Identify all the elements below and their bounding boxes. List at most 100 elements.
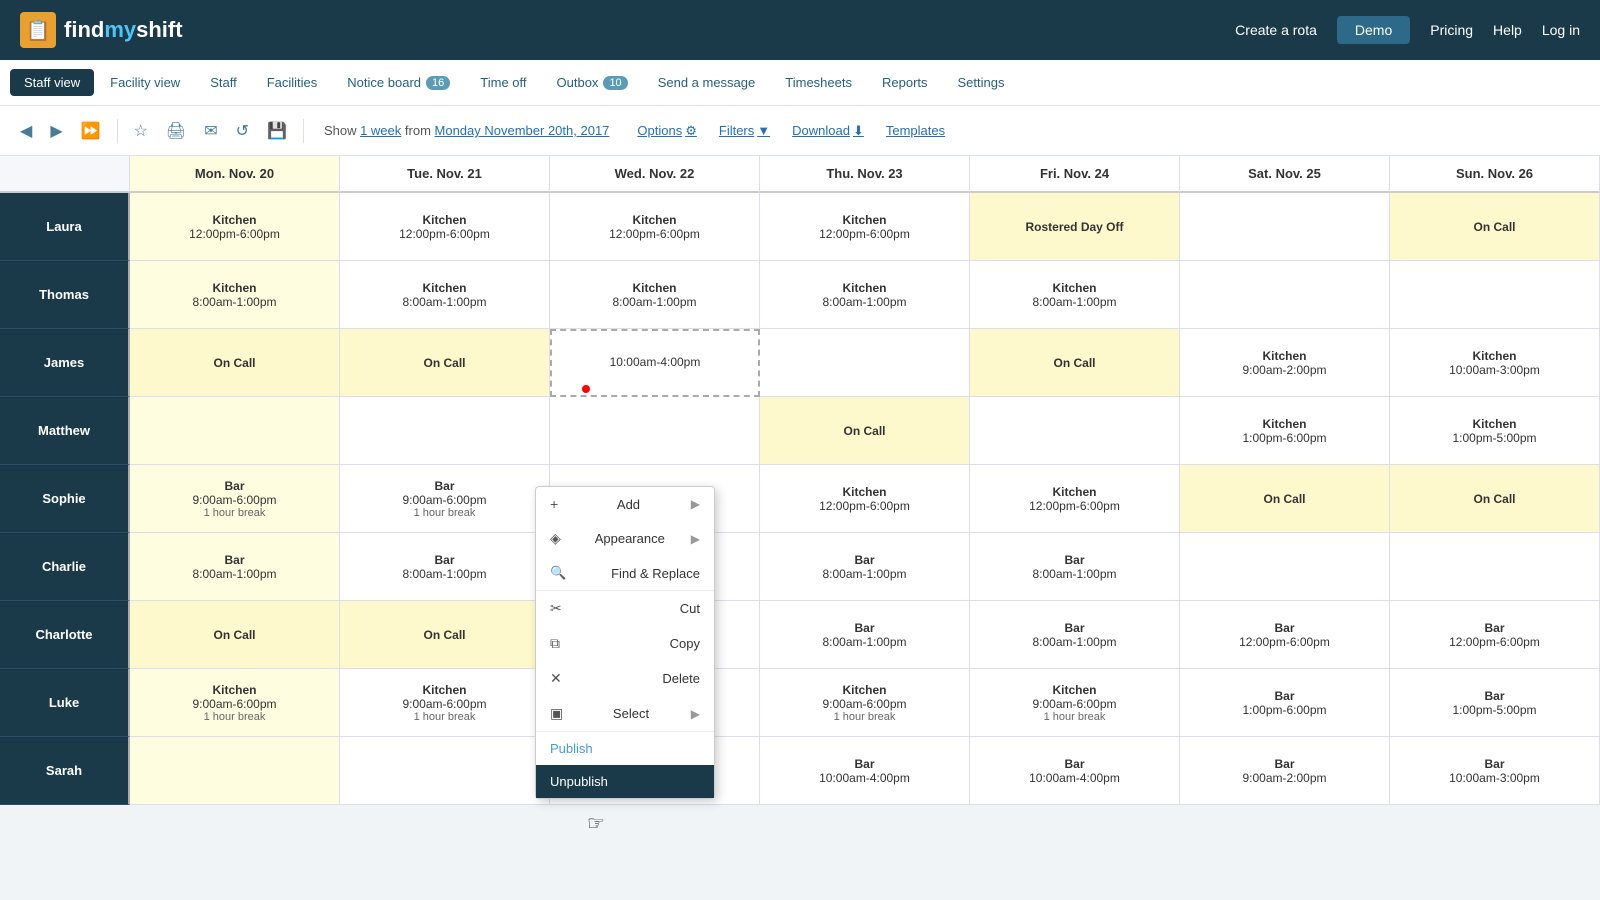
cell-matthew-sun[interactable]: Kitchen1:00pm-5:00pm — [1390, 397, 1600, 465]
cell-luke-tue[interactable]: Kitchen9:00am-6:00pm1 hour break — [340, 669, 550, 737]
cell-james-wed[interactable]: 10:00am-4:00pm — [550, 329, 760, 397]
cell-thomas-mon[interactable]: Kitchen8:00am-1:00pm — [130, 261, 340, 329]
download-button[interactable]: Download ⬇ — [792, 123, 864, 139]
context-add[interactable]: + Add ▶ — [536, 487, 714, 521]
cell-charlie-tue[interactable]: Bar8:00am-1:00pm — [340, 533, 550, 601]
undo-button[interactable]: ↺ — [230, 117, 255, 145]
cell-sarah-mon[interactable] — [130, 737, 340, 805]
nav-notice-board[interactable]: Notice board 16 — [333, 69, 464, 96]
cell-laura-sun[interactable]: On Call — [1390, 193, 1600, 261]
cell-laura-wed[interactable]: Kitchen12:00pm-6:00pm — [550, 193, 760, 261]
cell-sophie-tue[interactable]: Bar9:00am-6:00pm1 hour break — [340, 465, 550, 533]
cell-sophie-thu[interactable]: Kitchen12:00pm-6:00pm — [760, 465, 970, 533]
context-unpublish[interactable]: Unpublish — [536, 765, 714, 798]
cell-sarah-thu[interactable]: Bar10:00am-4:00pm — [760, 737, 970, 805]
cell-charlotte-mon[interactable]: On Call — [130, 601, 340, 669]
cell-sarah-sat[interactable]: Bar9:00am-2:00pm — [1180, 737, 1390, 805]
prev-prev-button[interactable]: ◀ — [14, 117, 38, 145]
cell-charlotte-tue[interactable]: On Call — [340, 601, 550, 669]
cell-matthew-thu[interactable]: On Call — [760, 397, 970, 465]
demo-button[interactable]: Demo — [1337, 16, 1410, 44]
cell-laura-fri[interactable]: Rostered Day Off — [970, 193, 1180, 261]
cell-charlie-sun[interactable] — [1390, 533, 1600, 601]
context-select[interactable]: ▣ Select ▶ — [536, 696, 714, 731]
cell-matthew-tue[interactable] — [340, 397, 550, 465]
cell-luke-thu[interactable]: Kitchen9:00am-6:00pm1 hour break — [760, 669, 970, 737]
nav-outbox[interactable]: Outbox 10 — [543, 69, 642, 96]
cell-matthew-mon[interactable] — [130, 397, 340, 465]
context-find-replace[interactable]: 🔍 Find & Replace — [536, 556, 714, 590]
cell-laura-thu[interactable]: Kitchen12:00pm-6:00pm — [760, 193, 970, 261]
cell-charlie-sat[interactable] — [1180, 533, 1390, 601]
cut-label: Cut — [680, 601, 700, 616]
header-tue: Tue. Nov. 21 — [340, 156, 550, 193]
cell-sophie-sun[interactable]: On Call — [1390, 465, 1600, 533]
nav-timesheets[interactable]: Timesheets — [771, 69, 866, 96]
cell-matthew-sat[interactable]: Kitchen1:00pm-6:00pm — [1180, 397, 1390, 465]
save-button[interactable]: 💾 — [261, 117, 293, 145]
pricing-link[interactable]: Pricing — [1430, 22, 1473, 38]
prev-button[interactable]: ▶ — [44, 117, 68, 145]
nav-time-off[interactable]: Time off — [466, 69, 540, 96]
cell-charlotte-sat[interactable]: Bar12:00pm-6:00pm — [1180, 601, 1390, 669]
nav-facilities[interactable]: Facilities — [253, 69, 332, 96]
cell-james-sun[interactable]: Kitchen10:00am-3:00pm — [1390, 329, 1600, 397]
cell-sophie-fri[interactable]: Kitchen12:00pm-6:00pm — [970, 465, 1180, 533]
context-copy[interactable]: ⧉ Copy — [536, 626, 714, 661]
nav-reports[interactable]: Reports — [868, 69, 942, 96]
nav-staff[interactable]: Staff — [196, 69, 251, 96]
cell-charlie-thu[interactable]: Bar8:00am-1:00pm — [760, 533, 970, 601]
templates-button[interactable]: Templates — [886, 123, 945, 138]
next-button[interactable]: ⏩ — [75, 117, 107, 145]
nav-staff-view[interactable]: Staff view — [10, 69, 94, 96]
cell-charlotte-thu[interactable]: Bar8:00am-1:00pm — [760, 601, 970, 669]
cell-james-sat[interactable]: Kitchen9:00am-2:00pm — [1180, 329, 1390, 397]
cell-luke-mon[interactable]: Kitchen9:00am-6:00pm1 hour break — [130, 669, 340, 737]
cell-luke-fri[interactable]: Kitchen9:00am-6:00pm1 hour break — [970, 669, 1180, 737]
cell-james-thu[interactable] — [760, 329, 970, 397]
cell-charlotte-sun[interactable]: Bar12:00pm-6:00pm — [1390, 601, 1600, 669]
cell-matthew-fri[interactable] — [970, 397, 1180, 465]
logo[interactable]: 📋 findmyshift — [20, 12, 183, 48]
context-cut[interactable]: ✂ Cut — [536, 591, 714, 626]
nav-facility-view[interactable]: Facility view — [96, 69, 194, 96]
date-selector[interactable]: Monday November 20th, 2017 — [435, 123, 610, 138]
login-link[interactable]: Log in — [1542, 22, 1580, 38]
cell-thomas-fri[interactable]: Kitchen8:00am-1:00pm — [970, 261, 1180, 329]
nav-send-message[interactable]: Send a message — [644, 69, 770, 96]
cell-james-tue[interactable]: On Call — [340, 329, 550, 397]
options-button[interactable]: Options ⚙ — [637, 123, 696, 139]
cell-laura-sat[interactable] — [1180, 193, 1390, 261]
week-selector[interactable]: 1 week — [360, 123, 401, 138]
cell-matthew-wed[interactable] — [550, 397, 760, 465]
cell-sophie-mon[interactable]: Bar9:00am-6:00pm1 hour break — [130, 465, 340, 533]
cell-sophie-sat[interactable]: On Call — [1180, 465, 1390, 533]
cell-sarah-tue[interactable] — [340, 737, 550, 805]
context-appearance[interactable]: ◈ Appearance ▶ — [536, 521, 714, 556]
filters-button[interactable]: Filters ▼ — [719, 123, 770, 138]
cell-thomas-sat[interactable] — [1180, 261, 1390, 329]
cell-thomas-wed[interactable]: Kitchen8:00am-1:00pm — [550, 261, 760, 329]
context-delete[interactable]: ✕ Delete — [536, 661, 714, 696]
cell-laura-tue[interactable]: Kitchen12:00pm-6:00pm — [340, 193, 550, 261]
cell-sarah-fri[interactable]: Bar10:00am-4:00pm — [970, 737, 1180, 805]
create-rota-link[interactable]: Create a rota — [1235, 22, 1317, 38]
cell-james-fri[interactable]: On Call — [970, 329, 1180, 397]
nav-settings[interactable]: Settings — [944, 69, 1019, 96]
cell-laura-mon[interactable]: Kitchen12:00pm-6:00pm — [130, 193, 340, 261]
cell-luke-sun[interactable]: Bar1:00pm-5:00pm — [1390, 669, 1600, 737]
cell-thomas-sun[interactable] — [1390, 261, 1600, 329]
cell-charlie-mon[interactable]: Bar8:00am-1:00pm — [130, 533, 340, 601]
context-publish[interactable]: Publish — [536, 732, 714, 765]
cell-sarah-sun[interactable]: Bar10:00am-3:00pm — [1390, 737, 1600, 805]
star-button[interactable]: ☆ — [128, 117, 154, 145]
cell-luke-sat[interactable]: Bar1:00pm-6:00pm — [1180, 669, 1390, 737]
print-button[interactable]: 🖨 — [160, 117, 192, 145]
email-button[interactable]: ✉ — [198, 117, 223, 145]
cell-charlie-fri[interactable]: Bar8:00am-1:00pm — [970, 533, 1180, 601]
cell-charlotte-fri[interactable]: Bar8:00am-1:00pm — [970, 601, 1180, 669]
help-link[interactable]: Help — [1493, 22, 1522, 38]
cell-thomas-thu[interactable]: Kitchen8:00am-1:00pm — [760, 261, 970, 329]
cell-james-mon[interactable]: On Call — [130, 329, 340, 397]
cell-thomas-tue[interactable]: Kitchen8:00am-1:00pm — [340, 261, 550, 329]
